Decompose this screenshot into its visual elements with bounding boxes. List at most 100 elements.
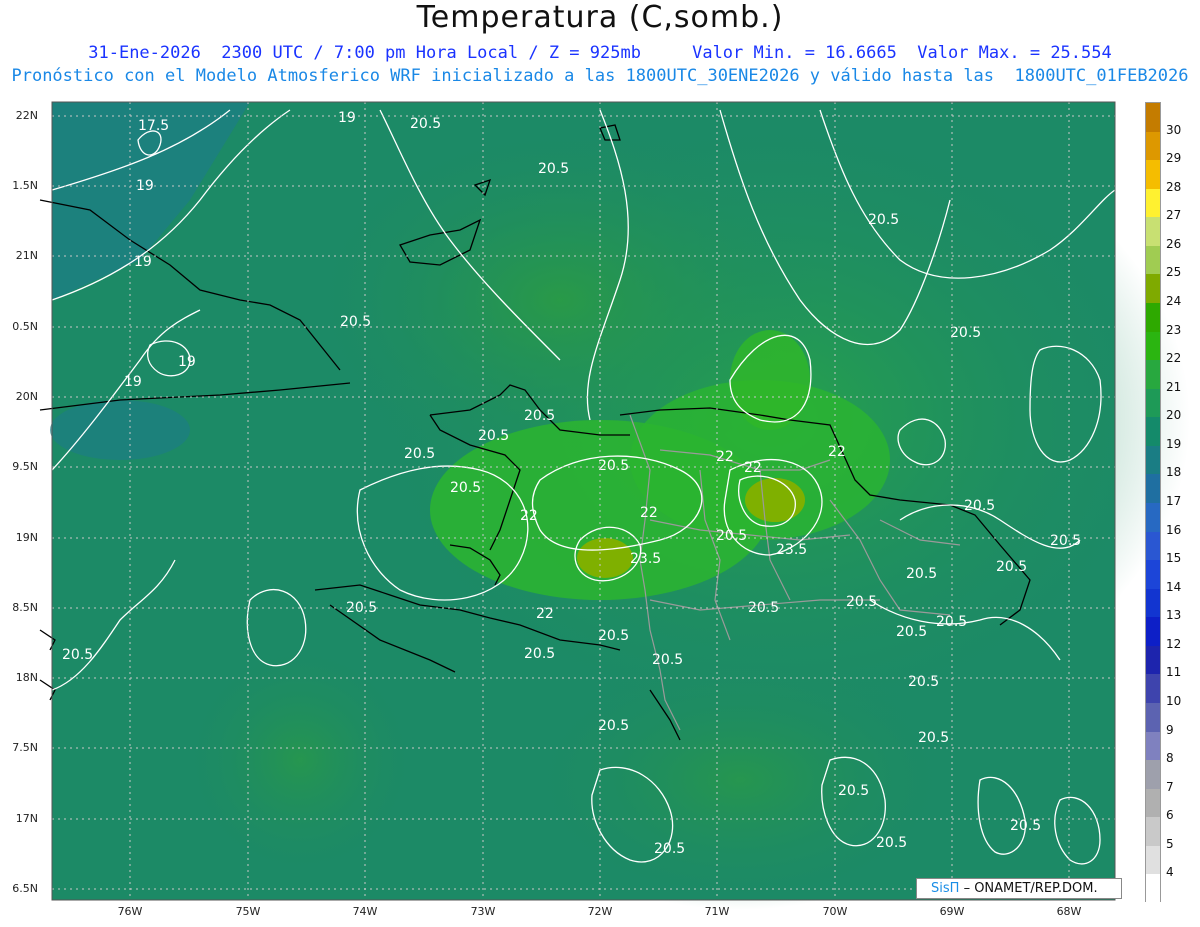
contour-label: 23.5 xyxy=(630,551,661,567)
colorbar-segment xyxy=(1146,303,1160,333)
contour-label: 20.5 xyxy=(964,498,995,514)
colorbar-tick-label: 24 xyxy=(1166,294,1182,308)
colorbar-segment xyxy=(1146,417,1160,447)
contour-label: 20.5 xyxy=(716,528,747,544)
contour-label: 19 xyxy=(338,110,356,126)
contour-label: 20.5 xyxy=(340,314,371,330)
contour-label: 22 xyxy=(744,460,762,476)
temperature-map: 17.5 19 19 19 19 19 20.5 20.5 20.5 20.5 … xyxy=(39,100,1190,910)
colorbar-segment xyxy=(1146,331,1160,361)
lat-label: 6.5N xyxy=(12,882,38,895)
lat-label: 1.5N xyxy=(12,179,38,192)
contour-label: 22 xyxy=(716,449,734,465)
contour-label: 20.5 xyxy=(62,647,93,663)
lon-label: 75W xyxy=(235,905,261,918)
colorbar-tick-label: 13 xyxy=(1166,608,1182,623)
contour-label: 20.5 xyxy=(598,718,629,734)
contour-label: 20.5 xyxy=(748,600,779,616)
colorbar-tick-label: 20 xyxy=(1166,408,1182,423)
colorbar-tick-label: 15 xyxy=(1166,551,1182,566)
contour-label: 20.5 xyxy=(906,566,937,582)
colorbar-segment xyxy=(1146,160,1160,190)
contour-label: 20.5 xyxy=(652,652,683,668)
contour-label: 20.5 xyxy=(598,458,629,474)
contour-label: 20.5 xyxy=(876,835,907,851)
colorbar-segment xyxy=(1146,217,1160,247)
colorbar-tick-label: 17 xyxy=(1166,494,1182,508)
colorbar-tick-label: 8 xyxy=(1166,751,1174,766)
brand-logo: SisΠ xyxy=(931,881,960,896)
contour-label: 20.5 xyxy=(346,600,377,616)
lat-label: 22N xyxy=(15,109,38,122)
colorbar-segment xyxy=(1146,731,1160,761)
contour-label: 20.5 xyxy=(410,116,441,132)
lat-label: 21N xyxy=(15,249,38,262)
lat-label: 7.5N xyxy=(12,741,38,754)
colorbar-segment xyxy=(1146,445,1160,475)
colorbar-tick-label: 5 xyxy=(1166,836,1174,851)
contour-label: 17.5 xyxy=(138,118,169,134)
colorbar-tick-label: 10 xyxy=(1166,694,1182,708)
colorbar-tick-label: 7 xyxy=(1166,779,1174,794)
contour-label: 20.5 xyxy=(996,559,1027,575)
colorbar-tick-label: 27 xyxy=(1166,208,1182,223)
contour-label: 20.5 xyxy=(1050,533,1081,549)
lon-label: 73W xyxy=(470,905,496,918)
lon-label: 70W xyxy=(822,905,848,918)
lat-label: 18N xyxy=(15,671,38,684)
colorbar-segment xyxy=(1146,874,1160,904)
lon-label: 69W xyxy=(939,905,965,918)
contour-label: 19 xyxy=(136,178,154,194)
colorbar-tick-label: 21 xyxy=(1166,379,1182,394)
colorbar-segment xyxy=(1146,817,1160,847)
contour-label: 19 xyxy=(178,354,196,370)
colorbar-tick-label: 28 xyxy=(1166,179,1182,194)
colorbar-tick-label: 26 xyxy=(1166,236,1182,251)
colorbar-tick-label: 6 xyxy=(1166,808,1174,823)
contour-label: 20.5 xyxy=(868,212,899,228)
contour-label: 20.5 xyxy=(1010,818,1041,834)
colorbar-tick-label: 30 xyxy=(1166,122,1182,137)
colorbar-segment xyxy=(1146,674,1160,704)
colorbar-segment xyxy=(1146,588,1160,618)
colorbar-segment xyxy=(1146,188,1160,218)
colorbar-segment xyxy=(1146,531,1160,561)
contour-label: 20.5 xyxy=(478,428,509,444)
lat-label: 17N xyxy=(15,812,38,825)
contour-label: 20.5 xyxy=(654,841,685,857)
contour-label: 20.5 xyxy=(838,783,869,799)
contour-label: 22 xyxy=(828,444,846,460)
colorbar-segment xyxy=(1146,245,1160,275)
colorbar-tick-label: 4 xyxy=(1166,865,1174,880)
colorbar-segment xyxy=(1146,474,1160,504)
lat-label: 19N xyxy=(15,531,38,544)
lat-label: 9.5N xyxy=(12,460,38,473)
colorbar-segment xyxy=(1146,274,1160,304)
lat-label: 8.5N xyxy=(12,601,38,614)
contour-label: 20.5 xyxy=(598,628,629,644)
colorbar-segment xyxy=(1146,760,1160,790)
lon-label: 71W xyxy=(704,905,730,918)
credit-text: – ONAMET/REP.DOM. xyxy=(963,881,1098,896)
colorbar-tick-label: 23 xyxy=(1166,322,1182,337)
lon-label: 76W xyxy=(117,905,143,918)
colorbar-tick-label: 29 xyxy=(1166,151,1182,166)
contour-label: 20.5 xyxy=(936,614,967,630)
contour-label: 19 xyxy=(124,374,142,390)
contour-label: 23.5 xyxy=(776,542,807,558)
data-field xyxy=(50,100,1190,910)
colorbar-segment xyxy=(1146,103,1160,133)
colorbar-segment xyxy=(1146,560,1160,590)
colorbar xyxy=(1145,102,1161,904)
colorbar-segment xyxy=(1146,617,1160,647)
credit-box: SisΠ – ONAMET/REP.DOM. xyxy=(916,878,1122,899)
contour-label: 20.5 xyxy=(404,446,435,462)
contour-label: 20.5 xyxy=(524,646,555,662)
colorbar-segment xyxy=(1146,788,1160,818)
lon-label: 68W xyxy=(1056,905,1082,918)
colorbar-segment xyxy=(1146,703,1160,733)
colorbar-tick-label: 22 xyxy=(1166,351,1182,366)
colorbar-segment xyxy=(1146,845,1160,875)
colorbar-tick-label: 11 xyxy=(1166,665,1182,680)
contour-label: 20.5 xyxy=(524,408,555,424)
